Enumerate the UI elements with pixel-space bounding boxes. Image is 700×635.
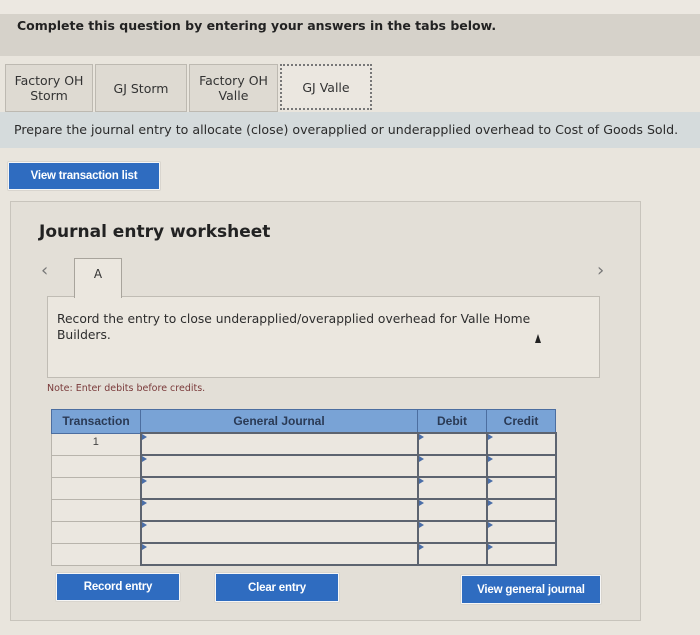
transaction-number — [51, 542, 141, 566]
credit-input[interactable] — [485, 476, 557, 500]
table-row — [51, 498, 557, 522]
account-input[interactable] — [139, 498, 419, 522]
instruction-bar: Complete this question by entering your … — [0, 14, 700, 56]
debit-input[interactable] — [416, 542, 488, 566]
tab-factory-oh-storm[interactable]: Factory OH Storm — [5, 64, 93, 112]
chevron-right-icon[interactable]: › — [597, 260, 604, 281]
mouse-cursor-icon — [535, 334, 541, 343]
credit-input[interactable] — [485, 520, 557, 544]
transaction-number — [51, 454, 141, 478]
tab-label: GJ Storm — [113, 80, 169, 96]
account-input[interactable] — [139, 432, 419, 456]
view-transaction-list-button[interactable]: View transaction list — [8, 162, 160, 190]
entry-description-box: Record the entry to close underapplied/o… — [47, 296, 600, 378]
transaction-number: 1 — [51, 432, 141, 456]
credit-input[interactable] — [485, 542, 557, 566]
tab-label: Factory OH Storm — [14, 73, 84, 103]
account-input[interactable] — [139, 520, 419, 544]
transaction-number — [51, 520, 141, 544]
entry-description: Record the entry to close underapplied/o… — [57, 312, 531, 342]
table-row — [51, 476, 557, 500]
debit-input[interactable] — [416, 432, 488, 456]
debits-note: Note: Enter debits before credits. — [47, 383, 206, 394]
debit-input[interactable] — [416, 454, 488, 478]
table-row — [51, 520, 557, 544]
tab-factory-oh-valle[interactable]: Factory OH Valle — [189, 64, 278, 112]
tab-label: GJ Valle — [302, 79, 350, 95]
record-entry-button[interactable]: Record entry — [56, 573, 180, 601]
question-tabs: Factory OH Storm GJ Storm Factory OH Val… — [5, 64, 374, 112]
header-transaction: Transaction — [51, 409, 141, 434]
tab-gj-storm[interactable]: GJ Storm — [95, 64, 187, 112]
transaction-number — [51, 476, 141, 500]
journal-entry-worksheet: Journal entry worksheet ‹ › A Record the… — [10, 201, 641, 621]
credit-input[interactable] — [485, 432, 557, 456]
credit-input[interactable] — [485, 498, 557, 522]
header-debit: Debit — [417, 409, 487, 434]
journal-header-row: Transaction General Journal Debit Credit — [51, 409, 556, 434]
journal-table: Transaction General Journal Debit Credit… — [51, 409, 557, 566]
account-input[interactable] — [139, 454, 419, 478]
entry-tab-a[interactable]: A — [74, 258, 122, 298]
instruction-text: Complete this question by entering your … — [17, 18, 497, 33]
worksheet-title: Journal entry worksheet — [39, 222, 271, 242]
debit-input[interactable] — [416, 476, 488, 500]
view-general-journal-button[interactable]: View general journal — [461, 575, 601, 604]
account-input[interactable] — [139, 542, 419, 566]
clear-entry-button[interactable]: Clear entry — [215, 573, 339, 602]
header-general-journal: General Journal — [140, 409, 418, 434]
debit-input[interactable] — [416, 498, 488, 522]
top-band — [0, 0, 700, 14]
prompt-text: Prepare the journal entry to allocate (c… — [14, 122, 679, 137]
chevron-left-icon[interactable]: ‹ — [41, 260, 48, 281]
prompt-bar: Prepare the journal entry to allocate (c… — [0, 112, 700, 148]
account-input[interactable] — [139, 476, 419, 500]
table-row: 1 — [51, 432, 557, 456]
tab-gj-valle[interactable]: GJ Valle — [280, 64, 372, 110]
header-credit: Credit — [486, 409, 556, 434]
table-row — [51, 454, 557, 478]
debit-input[interactable] — [416, 520, 488, 544]
table-row — [51, 542, 557, 566]
tab-label: Factory OH Valle — [199, 73, 268, 103]
credit-input[interactable] — [485, 454, 557, 478]
transaction-number — [51, 498, 141, 522]
